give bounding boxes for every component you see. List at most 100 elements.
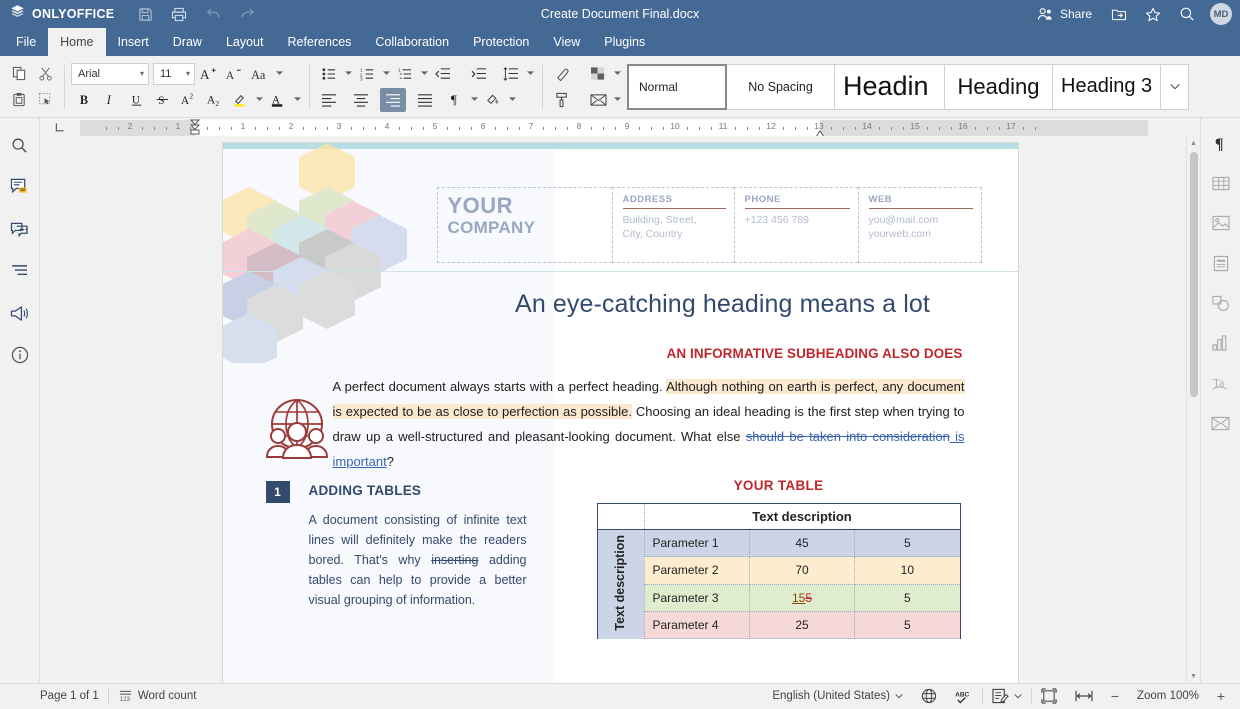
change-case-icon[interactable]: Aa <box>247 62 273 86</box>
underline-icon[interactable]: U <box>123 88 149 112</box>
highlight-color-icon[interactable] <box>227 88 253 112</box>
section-body[interactable]: A document consisting of infinite text l… <box>309 510 527 610</box>
track-changes-button[interactable] <box>983 684 1031 709</box>
share-button[interactable]: Share <box>1027 0 1102 28</box>
zoom-out-button[interactable]: − <box>1102 684 1128 709</box>
table-cell-name[interactable]: Parameter 3 <box>644 584 749 611</box>
scroll-down-arrow[interactable]: ▼ <box>1187 669 1200 683</box>
chevron-down-icon[interactable] <box>273 62 285 86</box>
table-row[interactable]: Parameter 2 70 10 <box>597 557 960 584</box>
tab-layout[interactable]: Layout <box>214 28 276 56</box>
zoom-in-button[interactable]: + <box>1208 684 1234 709</box>
font-color-icon[interactable]: A <box>265 88 291 112</box>
line-spacing-icon[interactable] <box>498 62 524 86</box>
table-cell-value-2[interactable]: 5 <box>855 530 960 557</box>
mail-merge-icon[interactable] <box>585 88 611 112</box>
sidebar-item-image-settings[interactable] <box>1206 210 1236 236</box>
document-page[interactable]: YOUR COMPANY ADDRESS Building, Street,Ci… <box>223 143 1018 683</box>
table-row[interactable]: Parameter 3 155 5 <box>597 584 960 611</box>
fit-to-page-button[interactable] <box>1032 684 1066 709</box>
sidebar-item-text-art-settings[interactable]: Ta <box>1206 370 1236 396</box>
document-canvas[interactable]: YOUR COMPANY ADDRESS Building, Street,Ci… <box>40 136 1200 683</box>
header-address-cell[interactable]: ADDRESS Building, Street,City, Country <box>612 187 734 263</box>
open-file-location-icon[interactable] <box>1102 0 1136 28</box>
tab-file[interactable]: File <box>4 28 48 56</box>
set-document-language-button[interactable] <box>912 684 946 709</box>
sidebar-item-chat[interactable] <box>5 216 35 242</box>
spell-check-button[interactable]: ABC <box>946 684 982 709</box>
avatar[interactable]: MD <box>1210 3 1232 25</box>
tab-view[interactable]: View <box>541 28 592 56</box>
table-cell-value-2[interactable]: 5 <box>855 584 960 611</box>
chevron-down-icon[interactable]: ▾ <box>140 69 144 78</box>
chevron-down-icon[interactable] <box>611 62 623 86</box>
redo-icon[interactable] <box>230 0 264 28</box>
table-row[interactable]: Text description Parameter 1 45 5 <box>597 530 960 557</box>
first-line-indent-marker[interactable] <box>190 119 199 133</box>
scroll-up-arrow[interactable]: ▲ <box>1187 136 1200 150</box>
chevron-down-icon[interactable] <box>524 62 536 86</box>
italic-icon[interactable]: I <box>97 88 123 112</box>
justify-icon[interactable] <box>412 88 438 112</box>
word-count-button[interactable]: 123 Word count <box>109 684 206 709</box>
document-subheading[interactable]: AN INFORMATIVE SUBHEADING ALSO DOES <box>563 346 963 361</box>
table-row[interactable]: Parameter 4 25 5 <box>597 611 960 638</box>
font-size-input[interactable]: 11 ▾ <box>153 63 195 85</box>
star-icon[interactable] <box>1136 0 1170 28</box>
copy-style-icon[interactable] <box>549 88 575 112</box>
table-row-header[interactable]: Text description <box>597 530 644 639</box>
chevron-down-icon[interactable] <box>611 88 623 112</box>
tab-home[interactable]: Home <box>48 28 105 56</box>
save-icon[interactable] <box>128 0 162 28</box>
tab-plugins[interactable]: Plugins <box>592 28 657 56</box>
shading-icon[interactable] <box>480 88 506 112</box>
table-cell-value-2[interactable]: 5 <box>855 611 960 638</box>
document-paragraph[interactable]: A perfect document always starts with a … <box>333 375 965 475</box>
align-center-icon[interactable] <box>348 88 374 112</box>
columns-icon[interactable] <box>585 62 611 86</box>
multilevel-list-icon[interactable]: 1 <box>392 62 418 86</box>
chevron-down-icon[interactable] <box>1161 64 1189 110</box>
chevron-down-icon[interactable] <box>291 88 303 112</box>
tab-insert[interactable]: Insert <box>106 28 161 56</box>
chevron-down-icon[interactable] <box>253 88 265 112</box>
tab-draw[interactable]: Draw <box>161 28 214 56</box>
table-title[interactable]: YOUR TABLE <box>597 478 961 493</box>
sidebar-item-shape-settings[interactable] <box>1206 290 1236 316</box>
table-corner-cell[interactable] <box>597 504 644 530</box>
header-phone-cell[interactable]: PHONE +123 456 789 <box>734 187 858 263</box>
paste-icon[interactable] <box>6 88 32 112</box>
search-icon[interactable] <box>1170 0 1204 28</box>
table-cell-name[interactable]: Parameter 1 <box>644 530 749 557</box>
tab-collaboration[interactable]: Collaboration <box>363 28 461 56</box>
undo-icon[interactable] <box>196 0 230 28</box>
font-name-input[interactable]: Arial ▾ <box>71 63 149 85</box>
sidebar-item-search[interactable] <box>5 132 35 158</box>
language-selector[interactable]: English (United States) <box>763 684 912 709</box>
sidebar-item-comments[interactable] <box>5 174 35 200</box>
table-cell-value-1[interactable]: 70 <box>749 557 854 584</box>
decrease-indent-icon[interactable] <box>430 62 456 86</box>
align-right-icon[interactable] <box>380 88 406 112</box>
bullets-icon[interactable] <box>316 62 342 86</box>
table-cell-value-1[interactable]: 45 <box>749 530 854 557</box>
table-cell-name[interactable]: Parameter 4 <box>644 611 749 638</box>
table-cell-value-1[interactable]: 155 <box>749 584 854 611</box>
cut-icon[interactable] <box>32 62 58 86</box>
tab-references[interactable]: References <box>275 28 363 56</box>
fit-to-width-button[interactable] <box>1066 684 1102 709</box>
bold-icon[interactable]: B <box>71 88 97 112</box>
tab-stop-icon[interactable] <box>40 118 80 136</box>
header-company-cell[interactable]: YOUR COMPANY <box>437 187 612 263</box>
sidebar-item-header-footer-settings[interactable] <box>1206 250 1236 276</box>
sidebar-item-table-settings[interactable] <box>1206 170 1236 196</box>
chevron-down-icon[interactable] <box>380 62 392 86</box>
copy-icon[interactable] <box>6 62 32 86</box>
decrease-font-size-icon[interactable]: A <box>221 62 247 86</box>
clear-style-icon[interactable] <box>549 62 575 86</box>
style-heading-1[interactable]: Headin <box>835 64 945 110</box>
style-heading-3[interactable]: Heading 3 <box>1053 64 1161 110</box>
sidebar-item-navigation[interactable] <box>5 258 35 284</box>
vertical-scrollbar[interactable]: ▲ ▼ <box>1186 136 1200 683</box>
document-header-table[interactable]: YOUR COMPANY ADDRESS Building, Street,Ci… <box>437 187 982 263</box>
